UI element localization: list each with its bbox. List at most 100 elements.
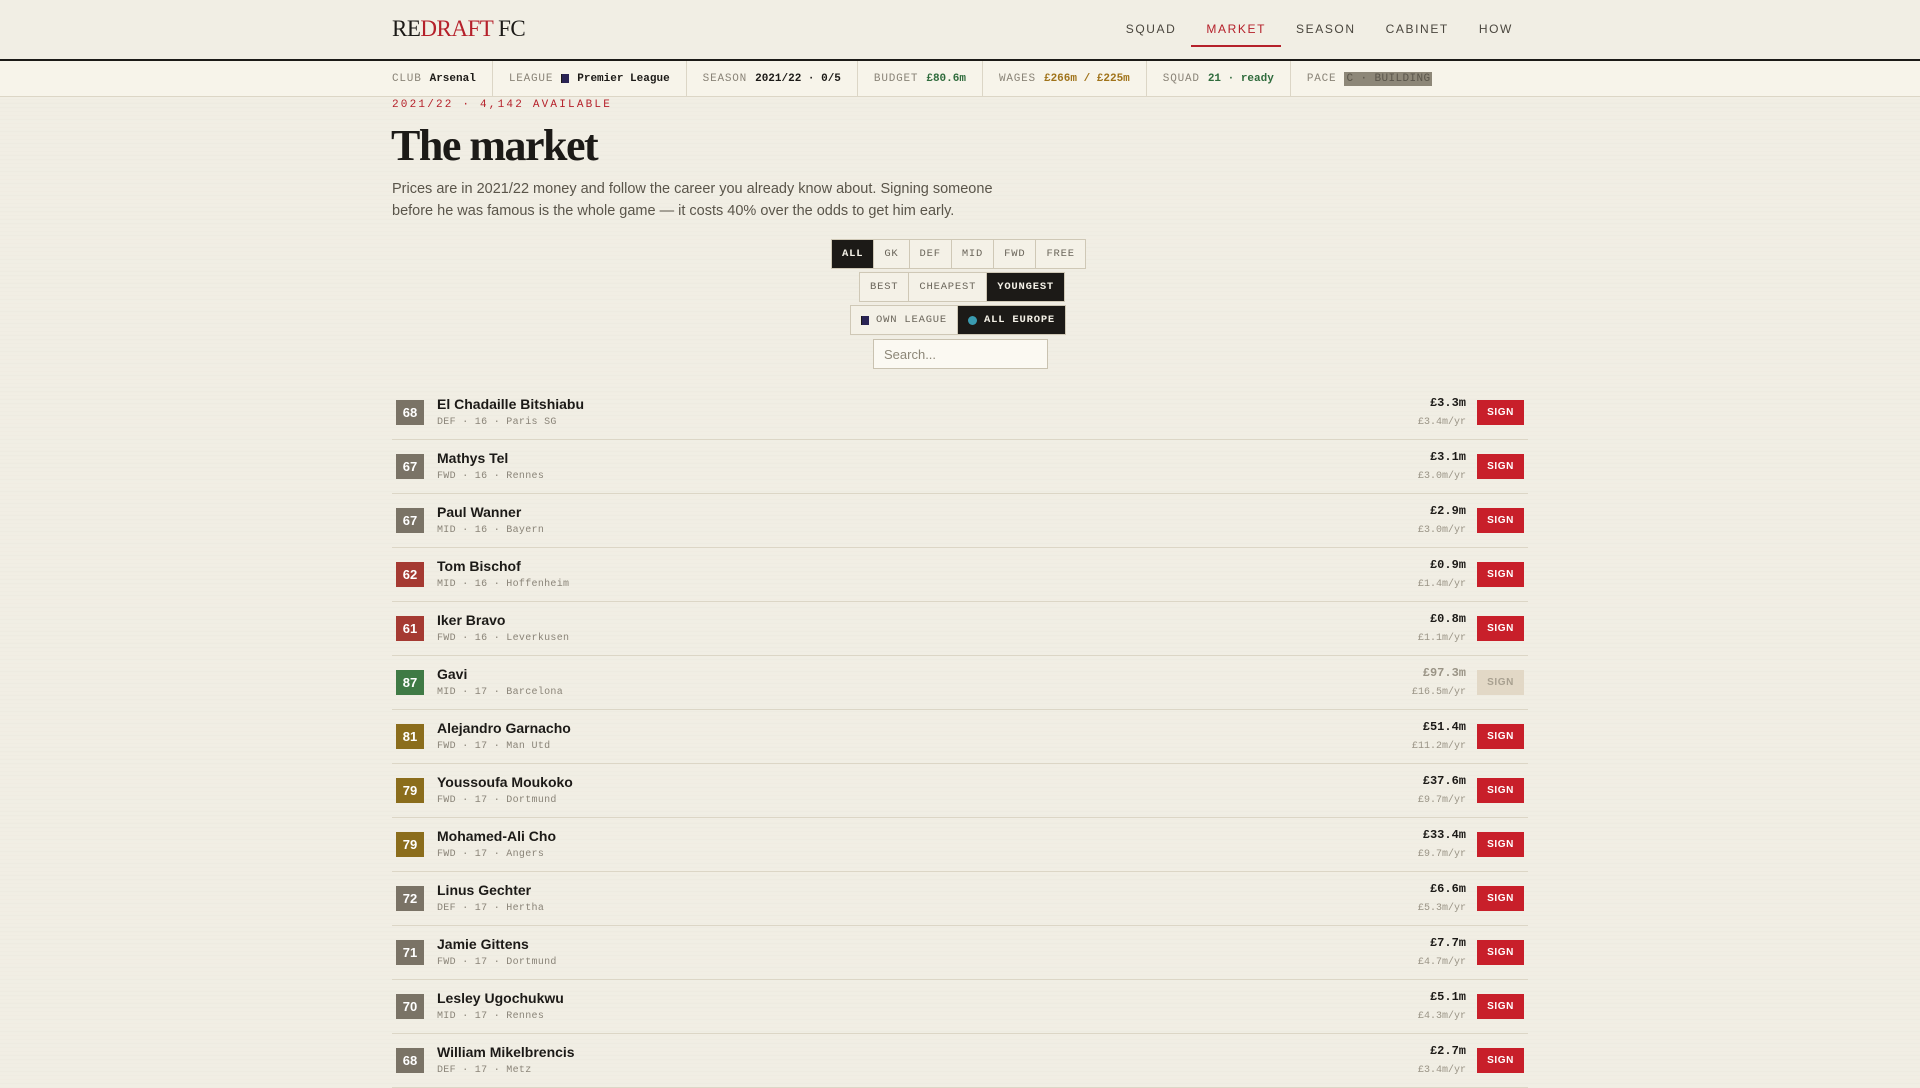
player-row[interactable]: 68 El Chadaille Bitshiabu DEF · 16 · Paris… bbox=[392, 386, 1528, 440]
scope-label: ALL EUROPE bbox=[984, 314, 1056, 326]
page-title: The market bbox=[391, 121, 599, 170]
rating-badge: 72 bbox=[396, 886, 424, 911]
logo-part-draft: DRAFT bbox=[420, 16, 493, 41]
sign-button[interactable]: SIGN bbox=[1477, 670, 1524, 695]
stat-squad: SQUAD 21 · ready bbox=[1147, 60, 1291, 97]
player-row[interactable]: 62 Tom Bischof MID · 16 · Hoffenheim £0.9m £… bbox=[392, 548, 1528, 602]
stat-club-label: CLUB bbox=[392, 72, 422, 85]
player-name[interactable]: Lesley Ugochukwu bbox=[437, 990, 564, 1006]
rating-badge: 68 bbox=[396, 400, 424, 425]
rating-badge: 61 bbox=[396, 616, 424, 641]
stat-squad-label: SQUAD bbox=[1162, 72, 1200, 85]
player-wage: £1.1m/yr bbox=[1417, 633, 1466, 644]
sign-button[interactable]: SIGN bbox=[1477, 454, 1524, 479]
nav-squad[interactable]: SQUAD bbox=[1111, 0, 1192, 47]
stat-pace-value: C · BUILDING bbox=[1344, 71, 1433, 86]
sign-button[interactable]: SIGN bbox=[1477, 1048, 1524, 1073]
sign-button[interactable]: SIGN bbox=[1477, 778, 1524, 803]
sort-youngest[interactable]: YOUNGEST bbox=[987, 273, 1065, 301]
player-meta: FWD · 17 · Dortmund bbox=[437, 957, 557, 968]
player-price: £97.3m bbox=[1422, 666, 1466, 680]
sign-button[interactable]: SIGN bbox=[1477, 724, 1524, 749]
nav-season[interactable]: SEASON bbox=[1281, 0, 1371, 47]
stat-league: LEAGUE Premier League bbox=[493, 60, 687, 97]
sign-button[interactable]: SIGN bbox=[1477, 400, 1524, 425]
nav-how[interactable]: HOW bbox=[1464, 0, 1528, 47]
player-meta: MID · 16 · Hoffenheim bbox=[437, 579, 570, 590]
player-price: £6.6m bbox=[1429, 882, 1466, 896]
player-wage: £11.2m/yr bbox=[1411, 741, 1466, 752]
sign-button[interactable]: SIGN bbox=[1477, 562, 1524, 587]
player-row[interactable]: 79 Youssoufa Moukoko FWD · 17 · Dortmund £3… bbox=[392, 764, 1528, 818]
player-name[interactable]: Tom Bischof bbox=[437, 558, 521, 574]
player-name[interactable]: Iker Bravo bbox=[437, 612, 505, 628]
player-wage: £9.7m/yr bbox=[1417, 795, 1466, 806]
filter-pos-free[interactable]: FREE bbox=[1036, 240, 1084, 268]
player-price: £2.7m bbox=[1429, 1044, 1466, 1058]
player-meta: DEF · 16 · Paris SG bbox=[437, 417, 557, 428]
scope-filter: OWN LEAGUE ALL EUROPE bbox=[850, 305, 1067, 335]
player-name[interactable]: Jamie Gittens bbox=[437, 936, 529, 952]
search-input[interactable] bbox=[873, 339, 1048, 369]
sign-button[interactable]: SIGN bbox=[1477, 616, 1524, 641]
player-price: £51.4m bbox=[1422, 720, 1466, 734]
player-row[interactable]: 67 Paul Wanner MID · 16 · Bayern £2.9m £3.0m… bbox=[392, 494, 1528, 548]
player-name[interactable]: Alejandro Garnacho bbox=[437, 720, 571, 736]
sign-button[interactable]: SIGN bbox=[1477, 994, 1524, 1019]
player-price: £5.1m bbox=[1429, 990, 1466, 1004]
player-name[interactable]: William Mikelbrencis bbox=[437, 1044, 575, 1060]
scope-own-league[interactable]: OWN LEAGUE bbox=[851, 306, 959, 334]
sort-best[interactable]: BEST bbox=[860, 273, 910, 301]
stat-budget-label: BUDGET bbox=[873, 72, 919, 85]
filter-pos-label: FREE bbox=[1046, 248, 1075, 260]
player-wage: £3.4m/yr bbox=[1417, 417, 1466, 428]
player-wage: £1.4m/yr bbox=[1417, 579, 1466, 590]
player-price: £0.9m bbox=[1429, 558, 1466, 572]
player-meta: FWD · 16 · Rennes bbox=[437, 471, 545, 482]
nav-links: SQUAD MARKET SEASON CABINET HOW bbox=[1111, 0, 1528, 47]
player-name[interactable]: Youssoufa Moukoko bbox=[437, 774, 573, 790]
scope-label: OWN LEAGUE bbox=[876, 314, 948, 326]
filter-pos-gk[interactable]: GK bbox=[874, 240, 910, 268]
filter-pos-def[interactable]: DEF bbox=[910, 240, 952, 268]
rating-badge: 81 bbox=[396, 724, 424, 749]
stat-pace: PACE C · BUILDING bbox=[1291, 61, 1449, 97]
stat-budget-value: £80.6m bbox=[926, 72, 966, 85]
globe-icon bbox=[968, 315, 978, 325]
player-row[interactable]: 67 Mathys Tel FWD · 16 · Rennes £3.1m £3.0m/… bbox=[392, 440, 1528, 494]
player-name[interactable]: Mohamed-Ali Cho bbox=[437, 828, 556, 844]
sign-button[interactable]: SIGN bbox=[1477, 940, 1524, 965]
filter-pos-label: FWD bbox=[1004, 248, 1026, 260]
nav-market[interactable]: MARKET bbox=[1191, 0, 1282, 47]
scope-all-europe[interactable]: ALL EUROPE bbox=[958, 306, 1066, 334]
player-row[interactable]: 71 Jamie Gittens FWD · 17 · Dortmund £7.7m £… bbox=[392, 926, 1528, 980]
sort-cheapest[interactable]: CHEAPEST bbox=[909, 273, 988, 301]
logo[interactable]: REDRAFT FC bbox=[392, 16, 526, 42]
player-name[interactable]: Linus Gechter bbox=[437, 882, 531, 898]
filter-pos-mid[interactable]: MID bbox=[952, 240, 995, 268]
player-row[interactable]: 70 Lesley Ugochukwu MID · 17 · Rennes £5.1m… bbox=[392, 980, 1528, 1034]
player-row[interactable]: 79 Mohamed-Ali Cho FWD · 17 · Angers £33.4m… bbox=[392, 818, 1528, 872]
player-name[interactable]: Mathys Tel bbox=[437, 450, 508, 466]
top-nav: REDRAFT FC SQUAD MARKET SEASON CABINET HOW bbox=[0, 0, 1920, 61]
stat-club: CLUB Arsenal bbox=[392, 60, 493, 97]
rating-badge: 67 bbox=[396, 454, 424, 479]
player-row[interactable]: 61 Iker Bravo FWD · 16 · Leverkusen £0.8m £1… bbox=[392, 602, 1528, 656]
player-row[interactable]: 72 Linus Gechter DEF · 17 · Hertha £6.6m £5.… bbox=[392, 872, 1528, 926]
player-price: £2.9m bbox=[1429, 504, 1466, 518]
stat-pace-label: PACE bbox=[1306, 72, 1337, 85]
sign-button[interactable]: SIGN bbox=[1477, 832, 1524, 857]
player-name[interactable]: El Chadaille Bitshiabu bbox=[437, 396, 584, 412]
player-name[interactable]: Paul Wanner bbox=[437, 504, 521, 520]
player-row[interactable]: 81 Alejandro Garnacho FWD · 17 · Man Utd £5… bbox=[392, 710, 1528, 764]
filter-pos-label: GK bbox=[884, 248, 899, 260]
filter-pos-fwd[interactable]: FWD bbox=[994, 240, 1037, 268]
rating-badge: 87 bbox=[396, 670, 424, 695]
stat-league-value: Premier League bbox=[577, 72, 670, 85]
sign-button[interactable]: SIGN bbox=[1477, 886, 1524, 911]
sign-button[interactable]: SIGN bbox=[1477, 508, 1524, 533]
filter-pos-all[interactable]: ALL bbox=[832, 240, 875, 268]
player-row[interactable]: 87 Gavi MID · 17 · Barcelona £97.3m £16.5m/y… bbox=[392, 656, 1528, 710]
nav-cabinet[interactable]: CABINET bbox=[1371, 0, 1464, 47]
player-name[interactable]: Gavi bbox=[437, 666, 467, 682]
